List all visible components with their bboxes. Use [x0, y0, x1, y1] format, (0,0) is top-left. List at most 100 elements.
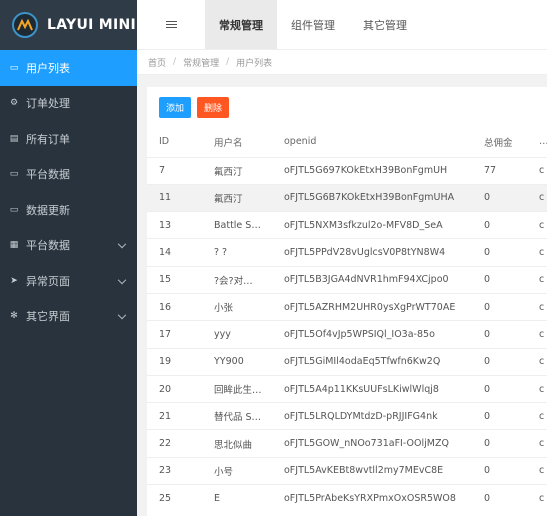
cell-more: c	[527, 238, 547, 267]
table-row[interactable]: 14? ? oFJTL5PPdV28vUglcsV0P8tYN8W4 0 c	[147, 238, 547, 267]
table-row[interactable]: 20 回眸此生… oFJTL5A4p11KKsUUFsLKiwlWlqj8 0 c	[147, 374, 547, 403]
table-row[interactable]: 22 思北似曲 oFJTL5GOW_nNOo731aFI-OOljMZQ 0 c	[147, 429, 547, 458]
column-header-id[interactable]: ID	[147, 127, 202, 157]
sidebar-menu: ▭ 用户列表 ⚙ 订单处理 ▤ 所有订单 ▭ 平台数据 ▭ 数据更新 ▦ 平台数据 ➤ 异常页面 ✻ 其它界面	[0, 50, 137, 334]
cell-username: E	[202, 484, 272, 512]
sidebar-item-3[interactable]: ▭ 平台数据	[0, 157, 137, 193]
sidebar-item-label: 所有订单	[26, 132, 70, 146]
sidebar-item-label: 其它界面	[26, 310, 70, 324]
cell-openid: oFJTL5A4p11KKsUUFsLKiwlWlqj8	[272, 374, 472, 403]
cell-openid: oFJTL5Of4vJp5WPSIQl_IO3a-85o	[272, 320, 472, 349]
cell-id: 15	[147, 265, 202, 294]
window-icon: ▭	[9, 62, 19, 73]
calendar-icon: ▦	[9, 240, 19, 251]
location-arrow-icon: ➤	[10, 275, 18, 286]
cell-username: 小号	[202, 456, 272, 485]
table-row[interactable]: 21 替代品 S… oFJTL5LRQLDYMtdzD-pRJJIFG4nk 0 c	[147, 402, 547, 430]
cell-commission: 0	[472, 374, 527, 403]
table-row[interactable]: 13 Battle S… oFJTL5NXM3sfkzul2o-MFV8D_SeA 0…	[147, 211, 547, 239]
cell-commission: 0	[472, 320, 527, 349]
hamburger-icon	[165, 20, 177, 29]
top-tab-1[interactable]: 组件管理	[277, 0, 349, 49]
cell-id: 17	[147, 320, 202, 349]
cell-id: 13	[147, 211, 202, 239]
sidebar-item-6[interactable]: ➤ 异常页面	[0, 263, 137, 299]
cell-openid: oFJTL5NXM3sfkzul2o-MFV8D_SeA	[272, 211, 472, 239]
table-row[interactable]: 17 yyy oFJTL5Of4vJp5WPSIQl_IO3a-85o 0 c	[147, 320, 547, 349]
breadcrumb-section[interactable]: 常规管理	[183, 56, 219, 69]
logo-icon	[12, 12, 38, 38]
cell-username: ? ?	[202, 238, 272, 267]
cell-more: c	[527, 156, 547, 185]
cell-username: 思北似曲	[202, 429, 272, 458]
add-button[interactable]: 添加	[159, 96, 192, 118]
cell-openid: oFJTL5PPdV28vUglcsV0P8tYN8W4	[272, 238, 472, 267]
sidebar-item-5[interactable]: ▦ 平台数据	[0, 228, 137, 264]
cell-more: c	[527, 347, 547, 376]
window-icon: ▭	[9, 204, 19, 215]
column-header-commission[interactable]: 总佣金	[472, 127, 527, 157]
document-icon: ▤	[9, 133, 19, 144]
top-header: 常规管理 组件管理 其它管理	[137, 0, 547, 50]
cell-commission: 0	[472, 484, 527, 512]
sidebar-item-7[interactable]: ✻ 其它界面	[0, 299, 137, 335]
cell-commission: 0	[472, 402, 527, 430]
top-tab-0[interactable]: 常规管理	[205, 0, 277, 49]
cell-id: 23	[147, 456, 202, 485]
menu-toggle-button[interactable]	[137, 0, 205, 49]
cell-more: c	[527, 265, 547, 294]
cell-commission: 0	[472, 211, 527, 239]
cell-openid: oFJTL5AZRHM2UHR0ysXgPrWT70AE	[272, 292, 472, 321]
cell-username: 小张	[202, 292, 272, 321]
breadcrumb-home[interactable]: 首页	[148, 56, 166, 69]
window-icon: ▭	[9, 169, 19, 180]
cell-openid: oFJTL5GOW_nNOo731aFI-OOljMZQ	[272, 429, 472, 458]
cell-more: c	[527, 183, 547, 212]
snowflake-icon: ✻	[10, 311, 18, 322]
cell-more: c	[527, 484, 547, 512]
table-row[interactable]: 19 YY900 oFJTL5GiMIl4odaEq5Tfwfn6Kw2Q 0 c	[147, 347, 547, 376]
main-content: 添加 删除 ID 用户名 openid 总佣金 … 7氟西汀oFJTL5G697…	[137, 75, 547, 516]
table-row[interactable]: 11 氟西汀 oFJTL5G6B7KOkEtxH39BonFgmUHA 0 c	[147, 183, 547, 212]
cell-more: c	[527, 374, 547, 403]
cell-id: 14	[147, 238, 202, 267]
cell-username: Battle S…	[202, 211, 272, 239]
column-header-username[interactable]: 用户名	[202, 127, 272, 157]
cell-openid: oFJTL5LRQLDYMtdzD-pRJJIFG4nk	[272, 402, 472, 430]
cell-username: YY900	[202, 347, 272, 376]
sidebar-item-1[interactable]: ⚙ 订单处理	[0, 86, 137, 122]
column-header-openid[interactable]: openid	[272, 127, 472, 157]
cell-username: 回眸此生…	[202, 374, 272, 403]
sidebar-item-2[interactable]: ▤ 所有订单	[0, 121, 137, 157]
table-row[interactable]: 25 EoFJTL5PrAbeKsYRXPmxOxOSR5WO8 0 c	[147, 484, 547, 512]
cell-commission: 0	[472, 456, 527, 485]
cell-commission: 0	[472, 347, 527, 376]
table-row[interactable]: 7 氟西汀 oFJTL5G697KOkEtxH39BonFgmUH 77 c	[147, 156, 547, 185]
breadcrumb-separator: /	[226, 57, 230, 67]
cell-commission: 0	[472, 238, 527, 267]
cell-more: c	[527, 456, 547, 485]
table-row[interactable]: 15 ?会?对… oFJTL5B3JGA4dNVR1hmF94XCjpo0 0 c	[147, 265, 547, 294]
sidebar-item-label: 订单处理	[26, 97, 70, 111]
cell-id: 19	[147, 347, 202, 376]
table-row[interactable]: 16 小张 oFJTL5AZRHM2UHR0ysXgPrWT70AE 0 c	[147, 292, 547, 321]
sidebar-item-label: 数据更新	[26, 203, 70, 217]
logo[interactable]: LAYUI MINI	[0, 0, 137, 50]
column-header-more[interactable]: …	[527, 127, 547, 157]
delete-button[interactable]: 删除	[197, 96, 230, 118]
cell-more: c	[527, 429, 547, 458]
sidebar-item-label: 平台数据	[26, 239, 70, 253]
cell-commission: 0	[472, 429, 527, 458]
gears-icon: ⚙	[9, 98, 19, 109]
chevron-down-icon	[117, 311, 127, 320]
sidebar-item-0[interactable]: ▭ 用户列表	[0, 50, 137, 86]
cell-id: 21	[147, 402, 202, 430]
cell-username: yyy	[202, 320, 272, 349]
sidebar-item-4[interactable]: ▭ 数据更新	[0, 192, 137, 228]
top-tab-2[interactable]: 其它管理	[349, 0, 421, 49]
table-row[interactable]: 23 小号 oFJTL5AvKEBt8wvtll2my7MEvC8E 0 c	[147, 456, 547, 485]
chevron-down-icon	[117, 275, 127, 285]
cell-id: 16	[147, 292, 202, 321]
cell-username: 氟西汀	[202, 183, 272, 212]
breadcrumb-current: 用户列表	[236, 58, 273, 69]
